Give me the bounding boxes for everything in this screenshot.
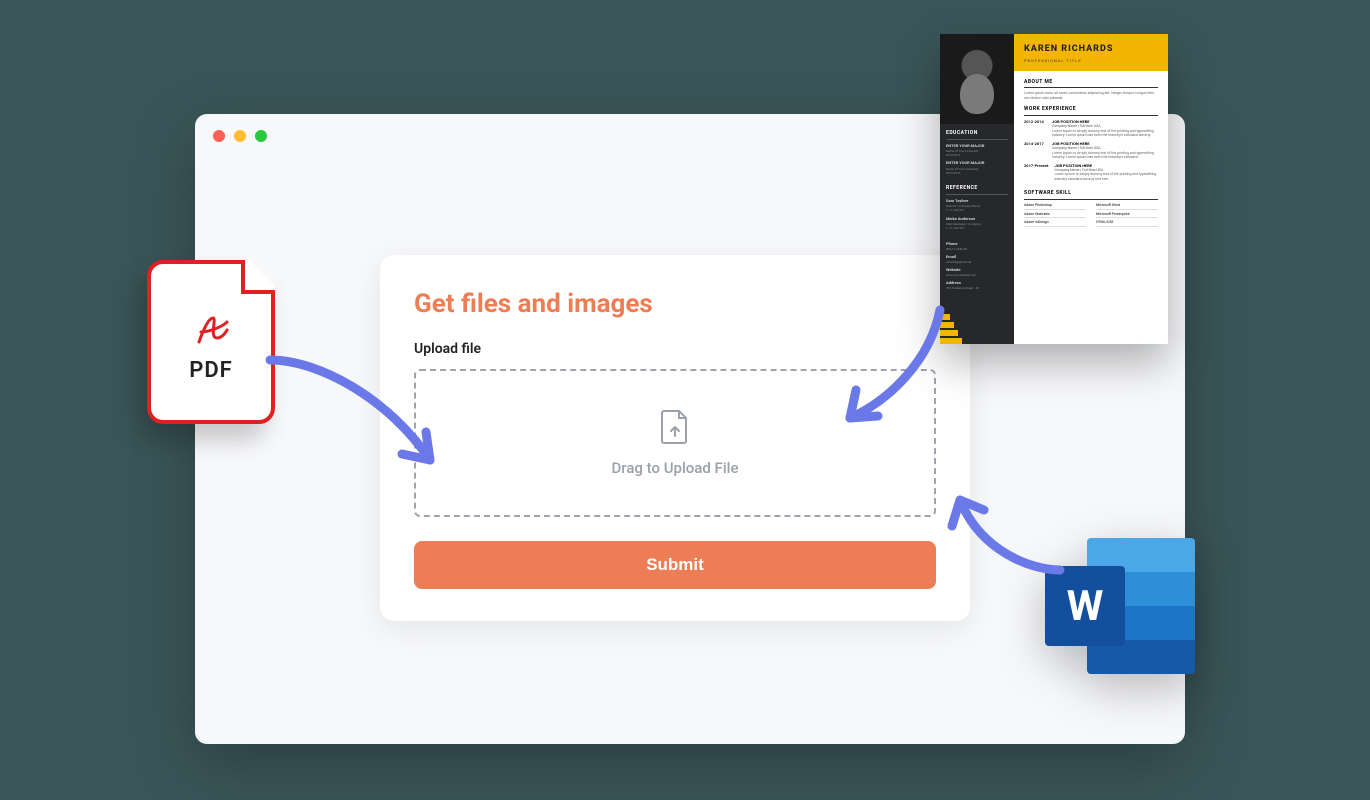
upload-card: Get files and images Upload file Drag to… <box>380 255 970 621</box>
resume-reference-item: Micke Anderson Web Developer | Company T… <box>946 216 1008 231</box>
resume-skill-title: SOFTWARE SKILL <box>1024 190 1158 200</box>
card-title: Get files and images <box>414 289 936 319</box>
resume-work-item: 2012-2014 JOB POSITION HERE Company Name… <box>1024 119 1158 138</box>
resume-role: PROFESSIONAL TITLE <box>1024 58 1158 63</box>
resume-education-title: EDUCATION <box>946 130 1008 140</box>
resume-name: KAREN RICHARDS <box>1024 44 1158 56</box>
word-file-icon: W <box>1045 538 1195 674</box>
resume-education-item: ENTER YOUR MAJOR Name Of Your University… <box>946 160 1008 175</box>
resume-reference-title: REFERENCE <box>946 185 1008 195</box>
pdf-label: PDF <box>189 358 233 383</box>
file-dropzone[interactable]: Drag to Upload File <box>414 369 936 517</box>
resume-about-title: ABOUT ME <box>1024 79 1158 89</box>
maximize-window-icon[interactable] <box>255 130 267 142</box>
minimize-window-icon[interactable] <box>234 130 246 142</box>
upload-field-label: Upload file <box>414 341 936 357</box>
pdf-file-icon: PDF <box>147 260 275 424</box>
resume-work-item: 2017-Present JOB POSITION HERE Company N… <box>1024 163 1158 182</box>
upload-file-icon <box>660 409 690 449</box>
resume-about-text: Lorem ipsum dolor sit amet, consectetur … <box>1024 91 1158 100</box>
resume-header: KAREN RICHARDS PROFESSIONAL TITLE <box>1014 34 1168 71</box>
resume-photo <box>940 34 1014 124</box>
submit-button[interactable]: Submit <box>414 541 936 589</box>
resume-reference-item: Sara Taylore Director | Company Name T: … <box>946 198 1008 213</box>
word-letter: W <box>1045 566 1125 646</box>
resume-contact: Phone 004-12-3456-89 Email urname@gmail.… <box>946 241 1008 291</box>
adobe-swirl-icon <box>187 302 235 350</box>
dropzone-text: Drag to Upload File <box>612 459 739 477</box>
close-window-icon[interactable] <box>213 130 225 142</box>
resume-work-title: WORK EXPERIENCE <box>1024 106 1158 116</box>
resume-document-icon: EDUCATION ENTER YOUR MAJOR Name Of Your … <box>940 34 1168 344</box>
resume-work-item: 2014-2017 JOB POSITION HERE Company Name… <box>1024 141 1158 160</box>
resume-skill-grid: Adobe Photoshop Microsoft Word Adobe Ill… <box>1024 203 1158 227</box>
resume-education-item: ENTER YOUR MAJOR Name Of Your University… <box>946 143 1008 158</box>
